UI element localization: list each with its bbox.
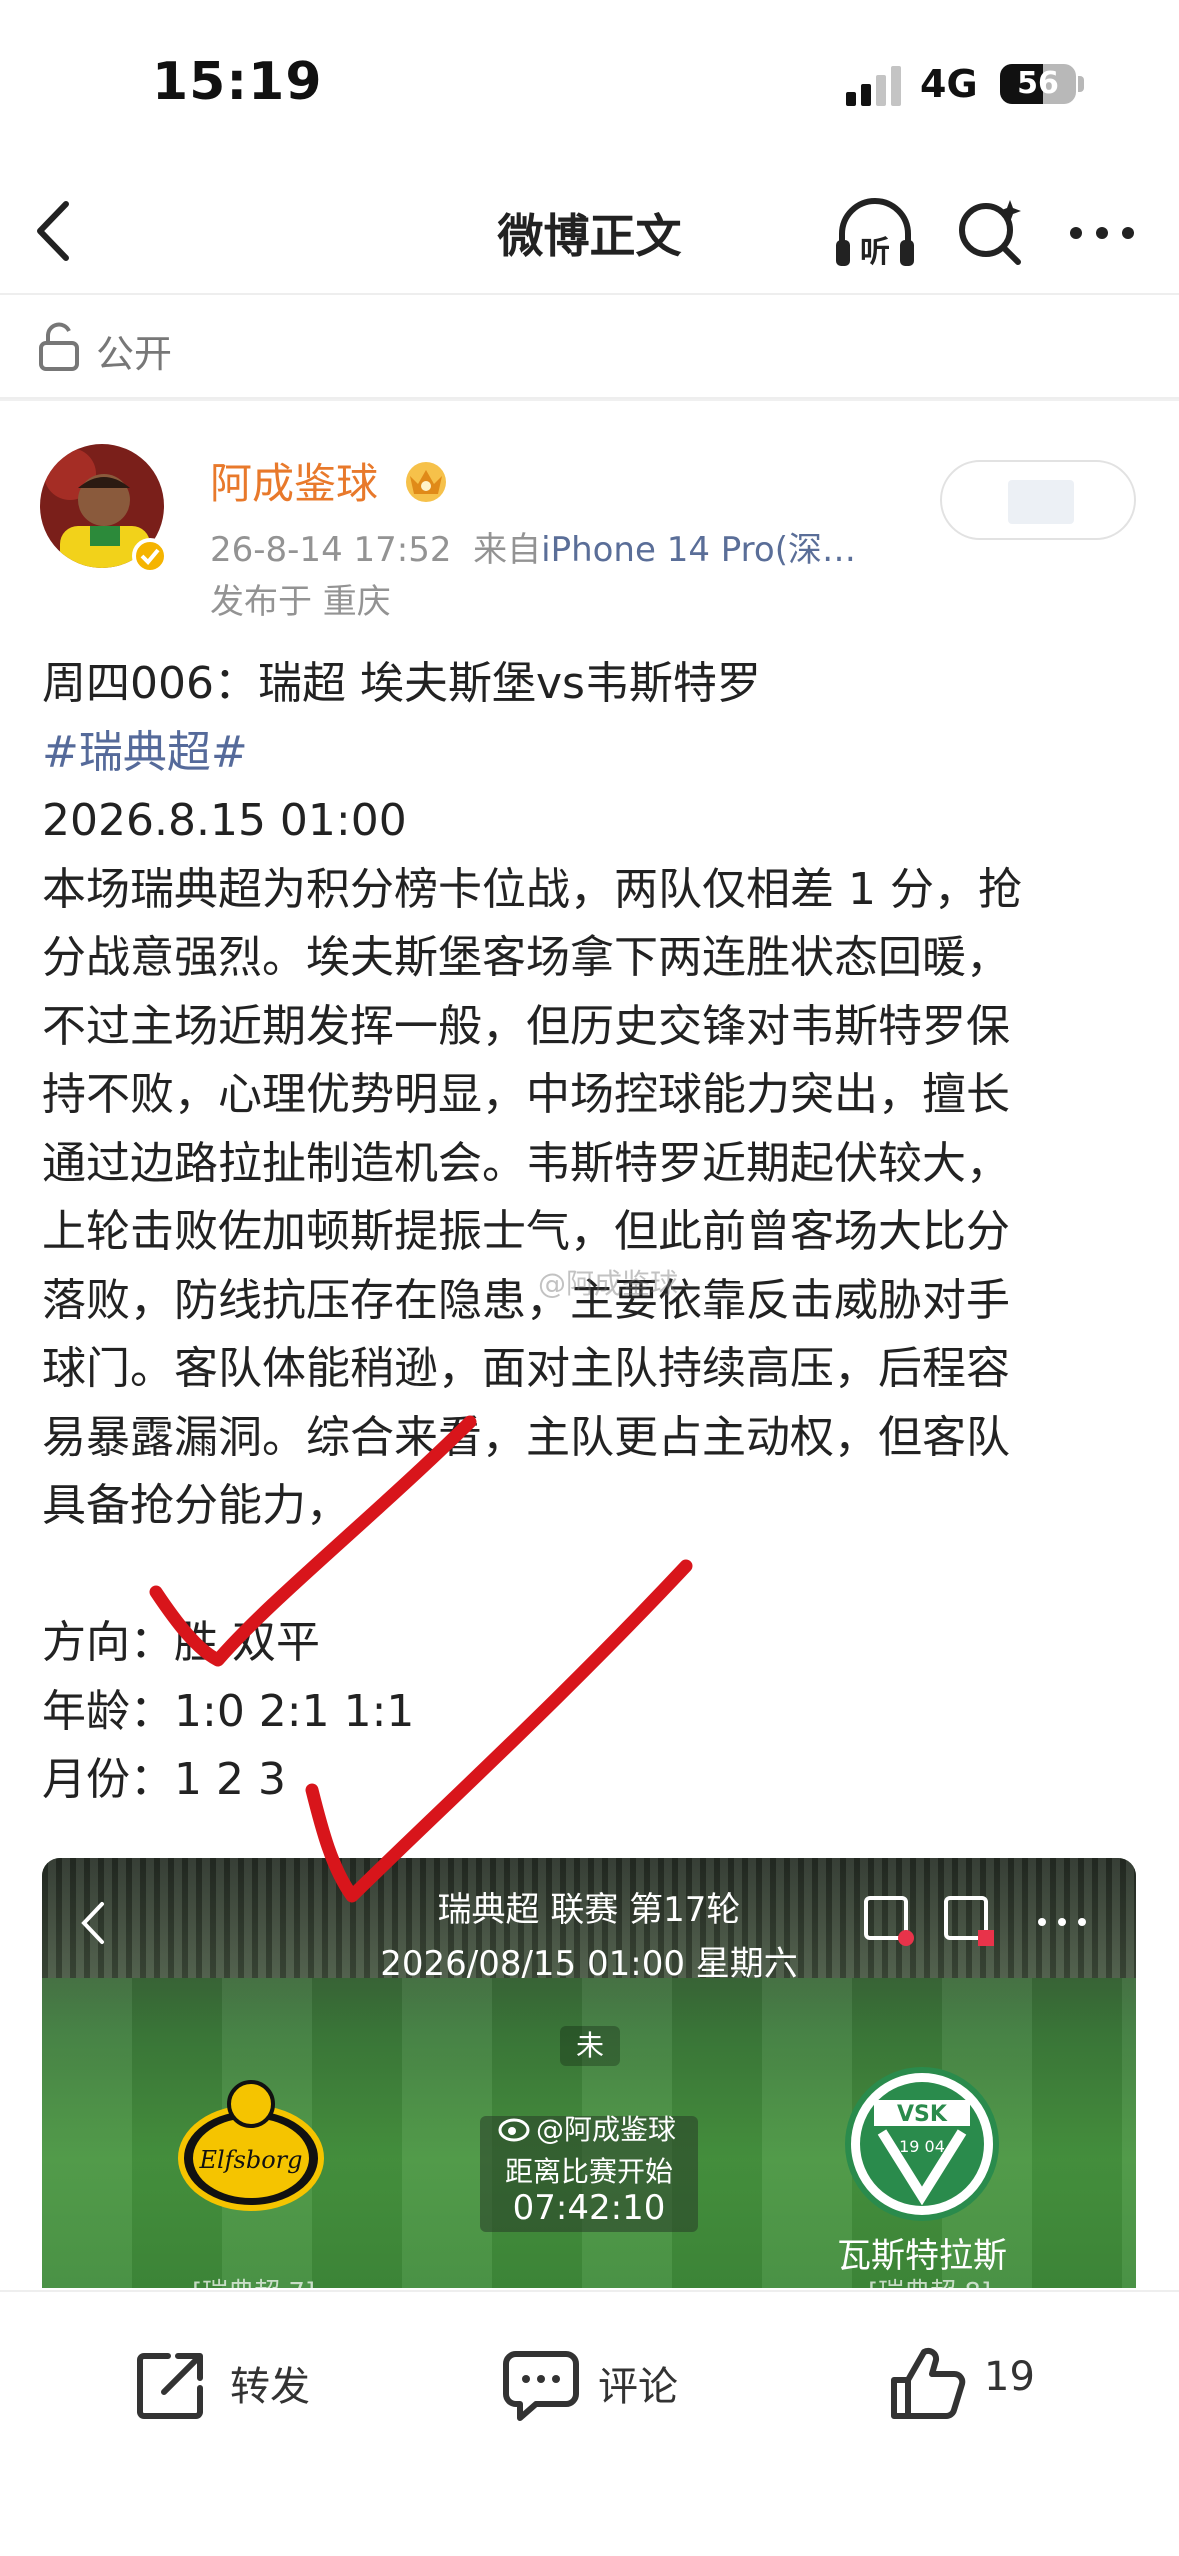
card-screen-icon xyxy=(864,1896,914,1946)
like-button[interactable]: 19 xyxy=(888,2332,1058,2432)
like-count: 19 xyxy=(984,2354,1035,2400)
post-location: 发布于 重庆 xyxy=(210,582,391,622)
divider xyxy=(0,399,1179,401)
hashtag-link[interactable]: #瑞典超# xyxy=(42,719,1142,788)
match-status-badge: 未 xyxy=(560,2026,620,2066)
paragraph-line: 不过主场近期发挥一般，但历史交锋对韦斯特罗保 xyxy=(42,1000,1010,1052)
more-icon[interactable] xyxy=(1068,218,1138,248)
post-meta: 26-8-14 17:52 来自iPhone 14 Pro(深… xyxy=(210,522,856,571)
match-card-image[interactable]: 瑞典超 联赛 第17轮 2026/08/15 01:00 星期六 未 Elfsb… xyxy=(42,1858,1136,2288)
countdown-label: 距离比赛开始 xyxy=(504,2155,673,2188)
card-watermark: @阿成鉴球 xyxy=(536,2113,677,2146)
vsk-badge-text: VSK xyxy=(897,2102,948,2127)
author-name[interactable]: 阿成鉴球 xyxy=(210,450,378,511)
away-team-name: 瓦斯特拉斯 xyxy=(837,2236,1007,2276)
kickoff-time: 2026.8.15 01:00 xyxy=(42,795,407,846)
repost-icon xyxy=(137,2353,203,2419)
post-timestamp: 26-8-14 17:52 xyxy=(210,530,452,570)
bottom-action-bar: 转发 评论 19 xyxy=(0,2290,1179,2556)
match-line: 周四006：瑞超 埃夫斯堡vs韦斯特罗 xyxy=(42,658,761,709)
nav-bar: 微博正文 听 xyxy=(0,170,1179,295)
paragraph-line: 持不败，心理优势明显，中场控球能力突出，擅长 xyxy=(42,1069,1010,1120)
paragraph-line: 本场瑞典超为积分榜卡位战，两队仅相差 1 分，抢 xyxy=(42,863,1022,915)
paragraph-line: 上轮击败佐加顿斯提振士气，但此前曾客场大比分 xyxy=(42,1206,1010,1257)
card-more-icon xyxy=(1038,1918,1086,1926)
post-body: 周四006：瑞超 埃夫斯堡vs韦斯特罗 #瑞典超# 2026.8.15 01:0… xyxy=(42,650,1142,1815)
weibo-logo-icon xyxy=(498,2118,530,2142)
countdown-time: 07:42:10 xyxy=(512,2188,666,2228)
battery-percent: 56 xyxy=(1017,66,1059,101)
thumbs-up-icon xyxy=(891,2347,966,2419)
paragraph-line: 通过边路拉扯制造机会。韦斯特罗近期起伏较大， xyxy=(42,1137,1010,1189)
cellular-signal-icon xyxy=(846,66,901,106)
comment-icon xyxy=(503,2351,579,2421)
prediction-direction: 方向：胜 双平 xyxy=(42,1617,320,1668)
home-team-league: [瑞典超 7] xyxy=(192,2272,315,2288)
visibility-label: 公开 xyxy=(96,332,173,376)
network-type: 4G xyxy=(920,62,978,106)
paragraph-line: 易暴露漏洞。综合来看，主队更占主动权，但客队 xyxy=(42,1411,1010,1463)
visibility-row: 公开 xyxy=(0,297,1179,399)
paragraph-line: 具备抢分能力， xyxy=(42,1480,350,1531)
card-share-icon xyxy=(944,1896,994,1946)
away-team-league: [瑞典超 8] xyxy=(868,2272,991,2288)
prediction-age: 年龄：1:0 2:1 1:1 xyxy=(42,1685,415,1737)
image-watermark: @阿成鉴球 xyxy=(538,1267,679,1300)
prediction-month: 月份：1 2 3 xyxy=(42,1754,286,1805)
source-prefix: 来自 xyxy=(473,530,542,570)
battery-icon: 56 xyxy=(1000,64,1076,104)
avatar[interactable] xyxy=(40,444,168,576)
follow-button-blur xyxy=(1008,480,1074,524)
lock-icon xyxy=(39,322,79,371)
repost-label: 转发 xyxy=(230,2364,310,2410)
post-source[interactable]: iPhone 14 Pro(深… xyxy=(541,530,856,570)
listen-icon[interactable]: 听 xyxy=(832,196,918,272)
follow-button[interactable] xyxy=(940,460,1136,540)
status-time: 15:19 xyxy=(152,52,323,112)
paragraph-line: 分战意强烈。埃夫斯堡客场拿下两连胜状态回暖， xyxy=(42,932,1010,983)
status-bar: 15:19 4G 56 xyxy=(0,0,1179,170)
comment-label: 评论 xyxy=(598,2364,678,2410)
repost-button[interactable]: 转发 xyxy=(134,2332,334,2432)
comment-button[interactable]: 评论 xyxy=(502,2332,702,2432)
crown-badge-icon xyxy=(406,462,446,502)
search-icon[interactable] xyxy=(956,196,1026,268)
battery-cap xyxy=(1078,76,1084,92)
listen-icon-label: 听 xyxy=(860,235,890,270)
paragraph-line: 球门。客队体能稍逊，面对主队持续高压，后程容 xyxy=(42,1343,1010,1394)
